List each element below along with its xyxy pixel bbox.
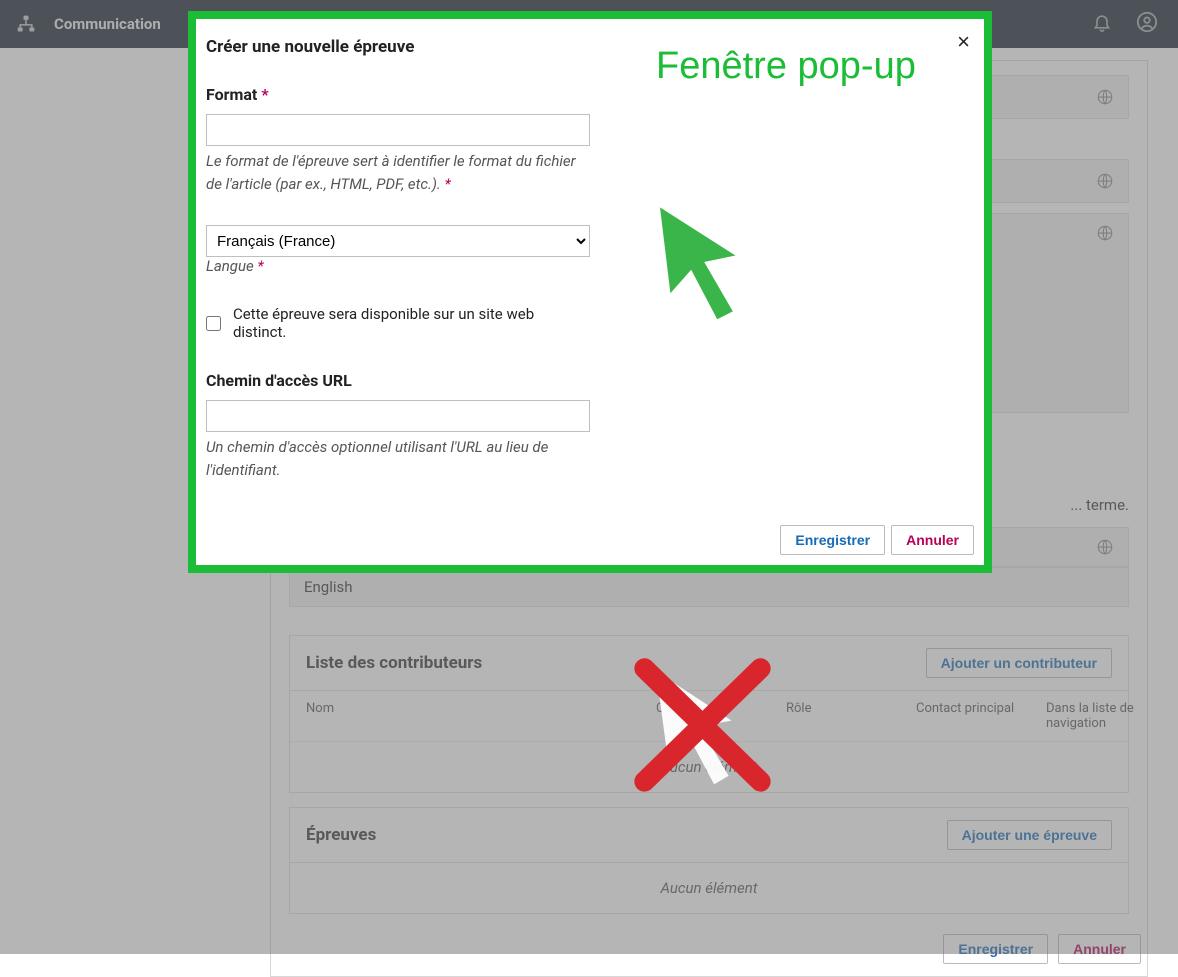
modal-cancel-button[interactable]: Annuler (891, 525, 974, 555)
annotation-popup-label: Fenêtre pop-up (656, 45, 916, 88)
required-star: * (261, 85, 268, 104)
url-path-help: Un chemin d'accès optionnel utilisant l'… (206, 436, 590, 481)
distinct-site-checkbox[interactable] (206, 316, 221, 331)
language-select[interactable]: Français (France) (206, 225, 590, 257)
close-button[interactable]: × (957, 31, 970, 53)
language-label: Langue * (206, 257, 590, 275)
modal-save-button[interactable]: Enregistrer (780, 525, 885, 555)
create-galley-modal: Créer une nouvelle épreuve × Fenêtre pop… (188, 11, 992, 573)
format-help: Le format de l'épreuve sert à identifier… (206, 150, 590, 195)
modal-title: Créer une nouvelle épreuve (206, 37, 414, 57)
url-path-label: Chemin d'accès URL (206, 371, 590, 390)
format-label: Format (206, 85, 257, 104)
url-path-input[interactable] (206, 400, 590, 432)
format-input[interactable] (206, 114, 590, 146)
distinct-site-label: Cette épreuve sera disponible sur un sit… (233, 305, 590, 341)
